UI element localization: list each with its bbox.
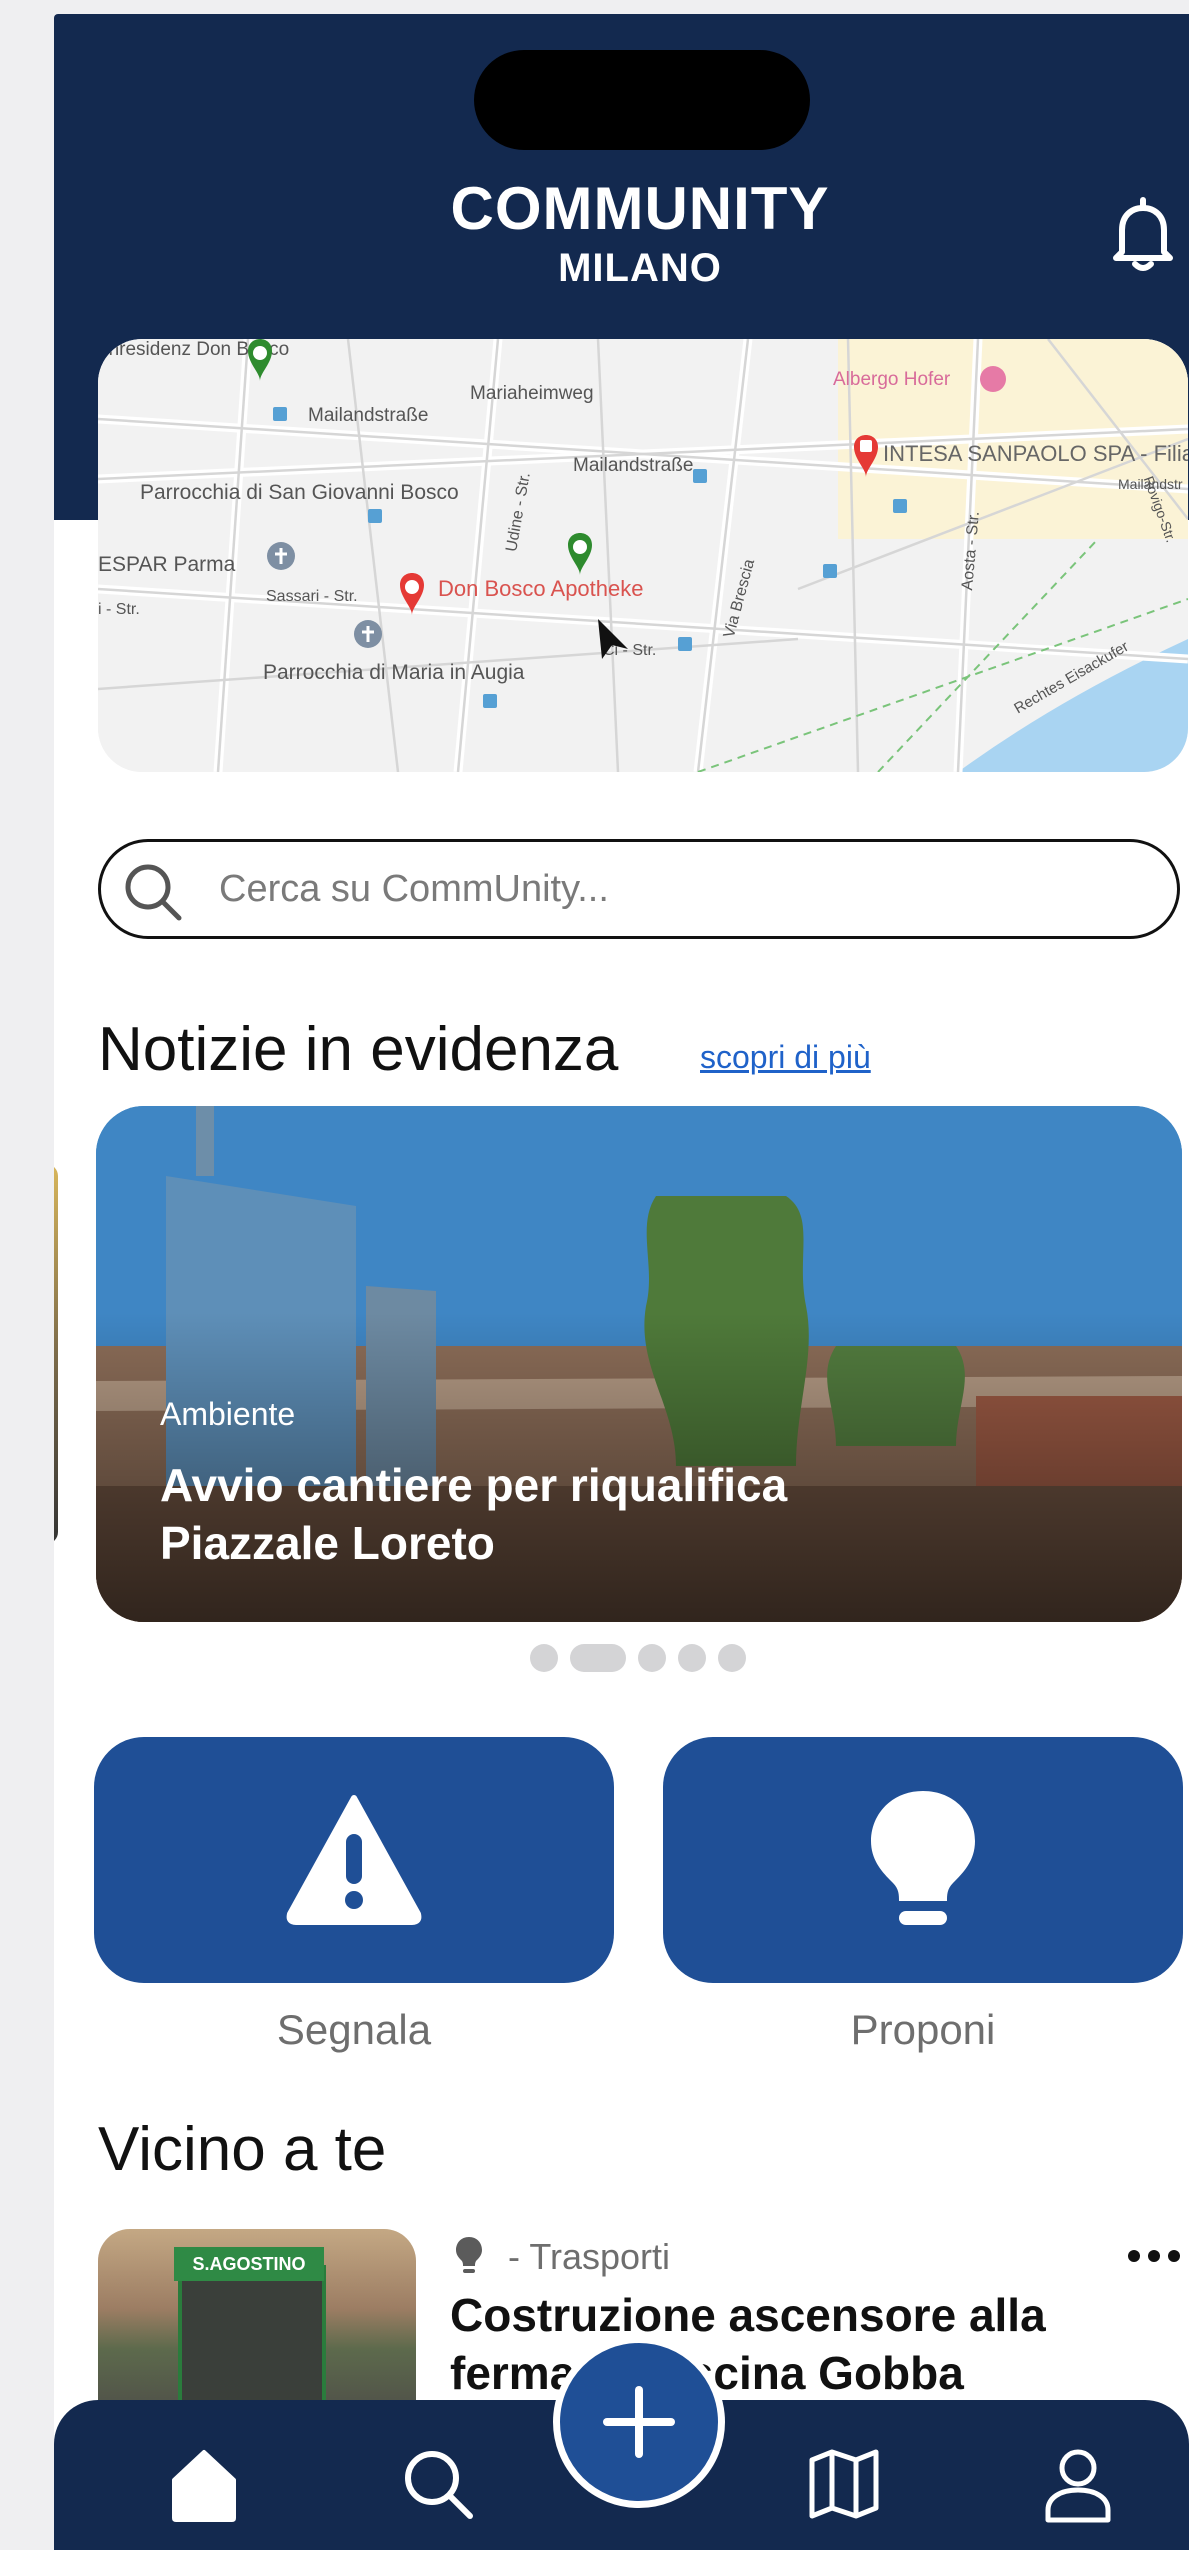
user-icon[interactable]	[1038, 2444, 1118, 2524]
lightbulb-icon	[871, 1791, 975, 1925]
nearby-section-title: Vicino a te	[98, 2115, 387, 2184]
plus-icon	[603, 2386, 675, 2458]
news-category: Ambiente	[160, 1396, 296, 1432]
bell-icon[interactable]	[1108, 196, 1178, 276]
map-label: Mailandstraße	[308, 405, 428, 426]
search-bar[interactable]: Cerca su CommUnity...	[98, 839, 1180, 939]
map-label: Parrocchia di Maria in Augia	[263, 661, 525, 684]
more-icon[interactable]	[1124, 2246, 1184, 2266]
discover-more-link[interactable]: scopri di più	[700, 1039, 871, 1076]
search-input[interactable]: Cerca su CommUnity...	[219, 868, 609, 911]
news-title: Avvio cantiere per riqualifica Piazzale …	[160, 1459, 788, 1569]
pink-pin-icon[interactable]	[980, 366, 1006, 392]
nearby-item-image[interactable]: S.AGOSTINO	[98, 2229, 416, 2429]
nearby-item-title[interactable]: Costruzione ascensore alla fermata Casci…	[450, 2286, 1150, 2402]
map-label: Don Bosco Apotheke	[438, 576, 643, 601]
carousel-dot[interactable]	[678, 1644, 706, 1672]
app-title: COMMUNITY	[450, 175, 830, 242]
carousel-dot[interactable]	[530, 1644, 558, 1672]
map-canvas[interactable]: enresidenz Don Bosco Mariaheimweg Alberg…	[98, 339, 1188, 772]
kiosk-sign: S.AGOSTINO	[174, 2247, 324, 2281]
report-label: Segnala	[276, 2006, 432, 2053]
dynamic-island	[474, 50, 810, 150]
map-label: ESPAR Parma	[98, 553, 236, 576]
carousel-dot[interactable]	[638, 1644, 666, 1672]
report-button[interactable]	[94, 1737, 614, 1983]
church-pin-icon[interactable]	[354, 620, 382, 648]
app-screen: COMMUNITY MILANO enresidenz Don Bosco Ma…	[54, 14, 1189, 2550]
map-label: Mailandstr	[1118, 476, 1183, 492]
news-card[interactable]: Ambiente Avvio cantiere per riqualifica …	[96, 1106, 1182, 1622]
propose-label: Proponi	[850, 2006, 996, 2053]
city-subtitle: MILANO	[558, 246, 722, 290]
lightbulb-icon	[456, 2237, 482, 2273]
search-icon	[125, 864, 182, 921]
carousel-dot[interactable]	[718, 1644, 746, 1672]
add-button[interactable]	[553, 2336, 725, 2508]
map-icon[interactable]	[804, 2444, 884, 2524]
map-preview[interactable]: enresidenz Don Bosco Mariaheimweg Alberg…	[98, 339, 1188, 772]
map-label: Parrocchia di San Giovanni Bosco	[140, 481, 459, 504]
map-label: Mailandstraße	[573, 455, 693, 476]
map-label: Albergo Hofer	[833, 369, 951, 390]
map-label: i - Str.	[98, 601, 140, 618]
map-label: Mariaheimweg	[470, 383, 594, 404]
warning-icon	[286, 1795, 422, 1925]
home-icon[interactable]	[164, 2444, 244, 2524]
map-label: Sassari - Str.	[266, 588, 358, 605]
previous-card-peek[interactable]	[54, 1164, 58, 1544]
news-section-title: Notizie in evidenza	[98, 1015, 619, 1084]
carousel-dot-active[interactable]	[570, 1644, 626, 1672]
nearby-item-category: - Trasporti	[508, 2236, 671, 2277]
church-pin-icon[interactable]	[267, 542, 295, 570]
propose-button[interactable]	[663, 1737, 1183, 1983]
search-icon[interactable]	[398, 2444, 478, 2524]
map-label: INTESA SANPAOLO SPA - Filiale HUB	[883, 441, 1188, 466]
